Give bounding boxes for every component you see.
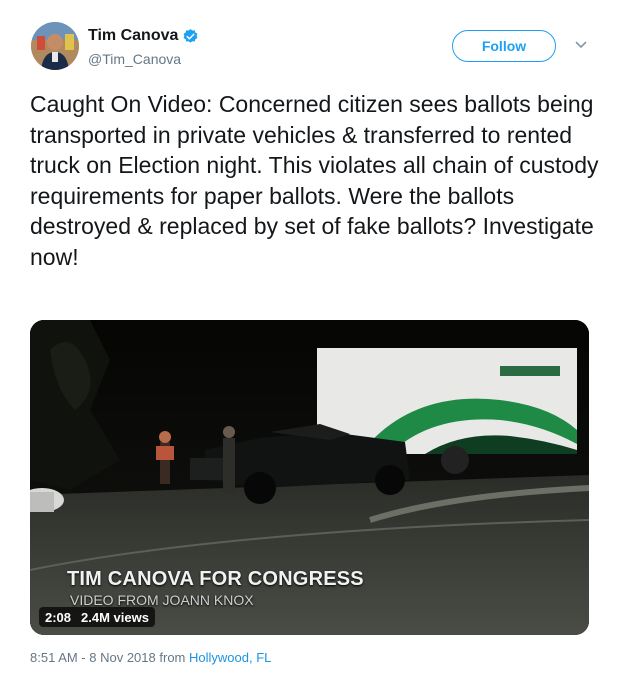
video-duration: 2:08 bbox=[45, 609, 72, 625]
author-avatar[interactable] bbox=[31, 22, 79, 70]
video-stats-badge: 2:08 2.4M views bbox=[39, 607, 155, 627]
verified-badge-icon bbox=[182, 28, 199, 45]
video-caption-subtitle: VIDEO FROM JOANN KNOX bbox=[70, 592, 254, 608]
follow-button[interactable]: Follow bbox=[452, 30, 556, 62]
place-link[interactable]: Hollywood, FL bbox=[189, 650, 271, 665]
tweet-timestamp[interactable]: 8:51 AM - 8 Nov 2018 bbox=[30, 650, 156, 665]
author-name[interactable]: Tim Canova bbox=[88, 27, 199, 45]
chevron-down-icon[interactable] bbox=[574, 38, 588, 52]
author-handle[interactable]: @Tim_Canova bbox=[88, 51, 181, 67]
tweet-text: Caught On Video: Concerned citizen sees … bbox=[30, 91, 605, 270]
tweet-card: Tim Canova @Tim_Canova Follow Caught On … bbox=[0, 0, 624, 674]
video-player[interactable]: TIM CANOVA FOR CONGRESS VIDEO FROM JOANN… bbox=[30, 320, 589, 635]
video-views: 2.4M views bbox=[81, 609, 149, 625]
video-caption-title: TIM CANOVA FOR CONGRESS bbox=[67, 568, 364, 590]
from-label: from bbox=[159, 650, 186, 665]
tweet-meta: 8:51 AM - 8 Nov 2018 from Hollywood, FL bbox=[30, 650, 271, 665]
author-name-text[interactable]: Tim Canova bbox=[88, 27, 178, 45]
